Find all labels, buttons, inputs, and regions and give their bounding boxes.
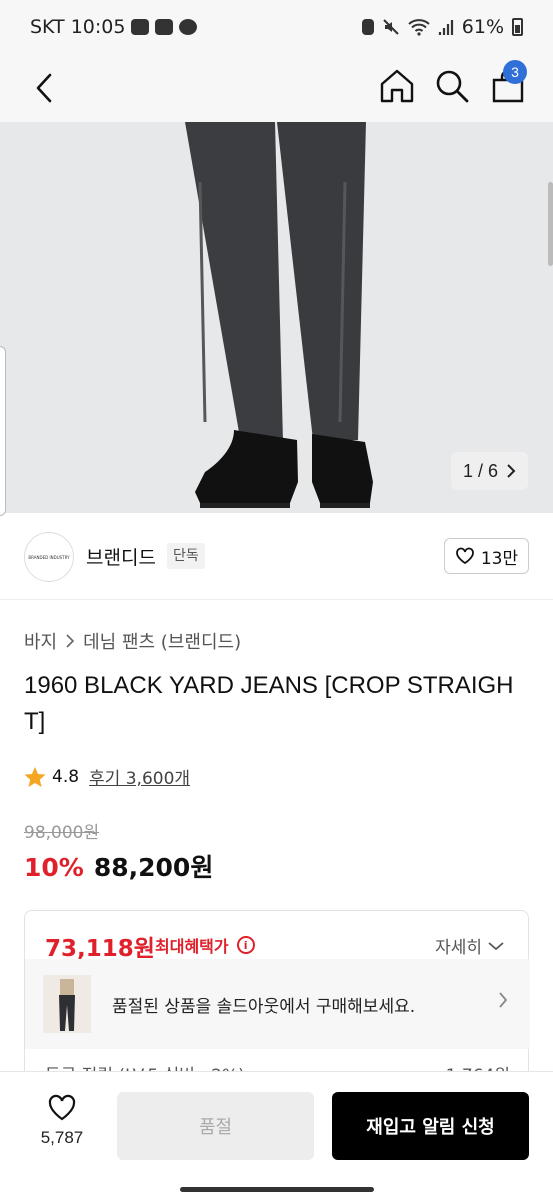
benefit-detail-toggle[interactable]: 자세히 [435,933,504,958]
heart-icon [48,1094,76,1121]
scroll-indicator [548,182,553,266]
breadcrumb: 바지 데님 팬츠 (브랜디드) [24,628,241,654]
talk-icon [131,19,150,35]
chevron-right-icon [499,992,508,1008]
rating-score: 4.8 [52,766,80,787]
status-bar: SKT 10:05 61% [0,0,553,54]
original-price: 98,000원 [24,823,100,843]
benefit-detail-label: 자세히 [435,938,482,958]
heart-icon [455,547,474,565]
brand-logo[interactable]: BRANDED INDUSTRY [24,532,74,582]
back-arrow-icon[interactable] [30,70,62,106]
soldout-message: 품절된 상품을 솔드아웃에서 구매해보세요. [112,997,416,1017]
wifi-icon [408,19,430,36]
brand-logo-text: BRANDED INDUSTRY [28,554,70,560]
breadcrumb-subcategory[interactable]: 데님 팬츠 (브랜디드) [83,628,241,654]
wish-count: 5,787 [40,1128,84,1147]
sale-price: 88,200원 [93,853,214,882]
chevron-right-icon [507,464,516,478]
soldout-promo[interactable]: 품절된 상품을 솔드아웃에서 구매해보세요. [25,959,530,1049]
chevron-right-icon [66,634,75,648]
home-icon[interactable] [377,66,417,106]
max-benefit-label: 최대혜택가 i [155,933,255,957]
bottom-action-bar: 5,787 품절 재입고 알림 신청 [0,1071,553,1200]
product-title: 1960 BLACK YARD JEANS [CROP STRAIGHT] [24,672,514,735]
max-benefit-label-text: 최대혜택가 [155,937,229,956]
soldout-button[interactable]: 품절 [117,1092,314,1160]
product-page: SKT 10:05 61% 3 1 / 6 BRANDED INDUSTRY 브… [0,0,553,1200]
battery-saver-icon [361,19,374,35]
model-thumbnail-image [43,975,91,1033]
battery-icon [512,18,523,36]
battery-percent: 61% [461,16,504,38]
exclusive-badge: 단독 [167,543,205,569]
app-header: 3 [0,54,553,122]
brand-row: BRANDED INDUSTRY 브랜디드 단독 13만 [0,513,553,600]
cart-count-badge: 3 [503,60,527,84]
image-counter-text: 1 / 6 [462,460,499,481]
brand-like-count: 13만 [480,548,519,569]
brand-name[interactable]: 브랜디드 [86,543,156,570]
info-icon[interactable]: i [236,936,255,954]
wish-button[interactable]: 5,787 [30,1094,94,1148]
star-icon [24,766,46,787]
status-time: SKT 10:05 [30,16,126,38]
mute-icon [383,19,399,35]
chevron-down-icon [488,941,504,950]
review-count-link[interactable]: 후기 3,600개 [89,764,190,789]
edge-panel-handle[interactable] [0,346,6,516]
image-counter[interactable]: 1 / 6 [451,452,528,490]
restock-alert-button[interactable]: 재입고 알림 신청 [332,1092,529,1160]
gallery-icon [155,19,174,35]
soldout-thumbnail [43,975,91,1033]
home-indicator[interactable] [180,1187,374,1192]
brand-like-button[interactable]: 13만 [444,538,529,574]
signal-icon [438,20,453,35]
rating-row: 4.8 후기 3,600개 [24,764,190,789]
price-row: 10% 88,200원 [24,848,213,884]
breadcrumb-category[interactable]: 바지 [24,628,57,654]
search-icon[interactable] [432,66,472,106]
max-benefit-price: 73,118원 [45,936,155,962]
cloud-icon [179,19,198,35]
discount-rate: 10% [24,853,84,882]
